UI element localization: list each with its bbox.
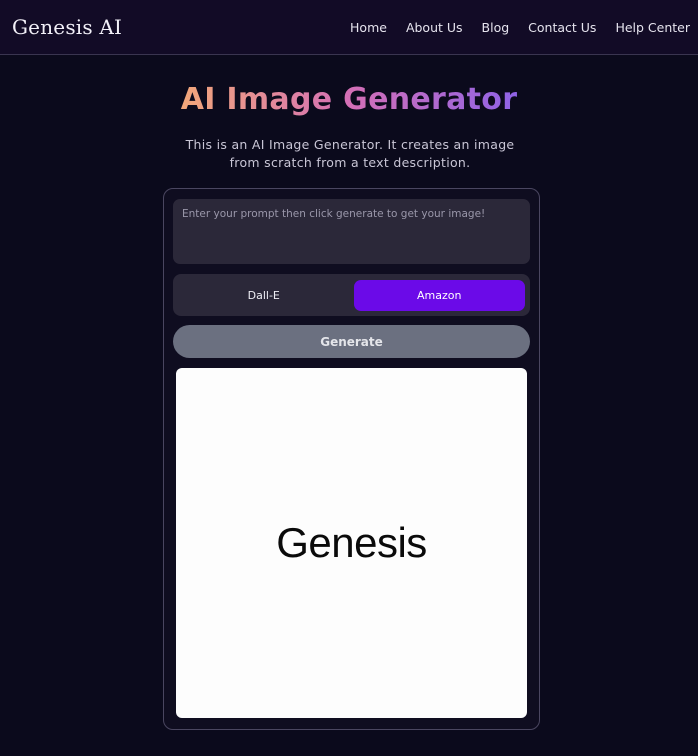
prompt-input[interactable] (173, 199, 530, 264)
provider-option-dall-e[interactable]: Dall-E (178, 280, 350, 311)
nav-link-about-us[interactable]: About Us (406, 20, 463, 35)
brand-logo[interactable]: Genesis AI (12, 15, 122, 39)
nav-link-contact-us[interactable]: Contact Us (528, 20, 596, 35)
provider-option-amazon[interactable]: Amazon (353, 279, 525, 311)
provider-toggle: Dall-E Amazon (173, 274, 530, 316)
nav-link-blog[interactable]: Blog (482, 20, 510, 35)
generator-card: Dall-E Amazon Generate Genesis (163, 188, 540, 730)
nav-links: Home About Us Blog Contact Us Help Cente… (350, 20, 690, 35)
generate-button[interactable]: Generate (173, 325, 530, 358)
page-title: AI Image Generator (0, 82, 698, 117)
generated-image: Genesis (176, 368, 527, 718)
genesis-logo-image: Genesis (276, 519, 427, 566)
nav-link-home[interactable]: Home (350, 20, 387, 35)
navbar: Genesis AI Home About Us Blog Contact Us… (0, 0, 698, 55)
page-title-text: AI Image Generator (180, 82, 518, 117)
page-subtitle: This is an AI Image Generator. It create… (185, 137, 515, 170)
nav-link-help-center[interactable]: Help Center (615, 20, 690, 35)
